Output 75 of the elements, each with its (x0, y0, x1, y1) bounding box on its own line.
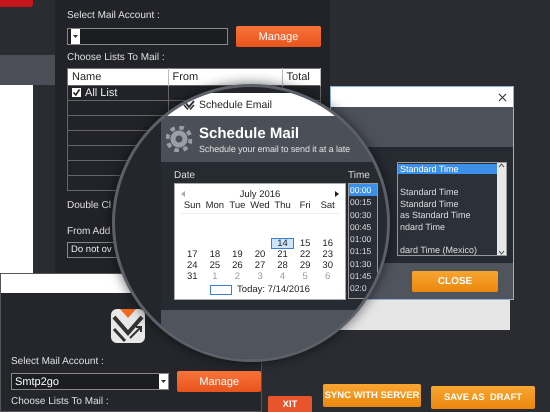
list-name: All List (85, 87, 118, 99)
calendar-day[interactable]: 29 (294, 260, 316, 271)
calendar-day[interactable]: 15 (294, 238, 316, 249)
window-title: Schedule Email (199, 98, 272, 110)
previous-icon (181, 191, 185, 198)
column-header: From (168, 68, 282, 86)
calendar-day[interactable]: 20 (248, 249, 272, 260)
today-link[interactable]: Today: 7/14/2016 (237, 284, 310, 295)
field-label: Select Mail Account : (67, 10, 160, 21)
time-item[interactable]: 00:45 (349, 220, 377, 234)
calendar-day[interactable]: 31 (181, 271, 204, 282)
timezone-item[interactable]: as Standard Time (398, 210, 497, 220)
caret-icon (161, 380, 166, 383)
time-item[interactable]: 02:0 (349, 282, 377, 295)
field-label: Double Cl (67, 200, 111, 211)
calendar-day[interactable]: 23 (316, 249, 339, 260)
column-header: Name (68, 68, 168, 86)
calendar-day[interactable]: 24 (181, 260, 204, 271)
timezone-item[interactable]: dard Time (Mexico) (398, 245, 497, 256)
gear-icon (166, 126, 192, 152)
scroll-down-icon (498, 250, 505, 255)
field-label: Time (348, 170, 371, 181)
field-label: Select Mail Account : (11, 356, 104, 367)
caret-icon (73, 35, 78, 38)
next-icon (334, 191, 339, 198)
field-label: Date (174, 170, 196, 181)
calendar-day[interactable]: 21 (271, 249, 294, 260)
timezone-list[interactable]: Standard Time Standard Time Standard Time as Standard Time ndard Time dard Time (Mexico) (397, 162, 507, 256)
header-bar (0, 0, 33, 7)
time-item[interactable]: 01:00 (349, 233, 377, 246)
time-item[interactable]: 01:30 (349, 258, 377, 270)
weekday-label: Mon (204, 200, 226, 214)
field-label: From Add (67, 226, 110, 237)
checkmark-icon (72, 88, 81, 97)
account-dropdown[interactable] (67, 28, 228, 45)
calendar-day[interactable]: 22 (294, 249, 316, 260)
weekday-label: Sat (316, 200, 339, 214)
weekday-label: Sun (181, 200, 204, 214)
time-item[interactable]: 00:30 (349, 208, 377, 221)
calendar-day[interactable]: 27 (248, 260, 272, 271)
account-dropdown[interactable]: Smtp2go (11, 373, 170, 390)
calendar[interactable]: July 2016 Sun Mon Tue Wed Thu Fri Sat 14 15 16 17 18 19 20 21 22 23 24 25 26 27 28 29 30 31 1 2 3 4 5 6 Today: 7/14/2016 (174, 183, 346, 300)
checkbox[interactable] (72, 88, 81, 97)
calendar-day[interactable]: 14 (271, 238, 294, 249)
logo-icon (183, 99, 195, 110)
time-item[interactable]: 01:15 (349, 245, 377, 258)
exit-button[interactable]: XIT (268, 396, 312, 412)
time-item[interactable]: 01:45 (349, 270, 377, 282)
logo-icon (111, 309, 145, 343)
field-label: Choose Lists To Mail : (67, 52, 165, 63)
dialog-subtitle: Schedule your email to send it at a late (199, 144, 350, 154)
calendar-day[interactable]: 25 (204, 260, 226, 271)
column-header: Total (282, 68, 320, 86)
scroll-up-icon (498, 163, 505, 168)
close-icon (498, 92, 507, 102)
calendar-day[interactable]: 28 (271, 260, 294, 271)
weekday-label: Thu (271, 200, 294, 214)
dialog-heading: Schedule Mail (199, 124, 300, 142)
calendar-day[interactable]: 18 (204, 249, 226, 260)
calendar-day[interactable]: 16 (316, 238, 339, 249)
calendar-day[interactable]: 26 (226, 260, 249, 271)
weekday-label: Fri (294, 200, 316, 214)
field-label: Choose Lists To Mail : (11, 396, 109, 407)
month-title: July 2016 (240, 188, 280, 200)
timezone-item[interactable]: Standard Time (398, 198, 497, 209)
calendar-day[interactable]: 30 (316, 260, 339, 271)
weekday-label: Tue (226, 200, 249, 214)
time-item[interactable]: 00:15 (349, 196, 377, 209)
time-list[interactable]: 00:00 00:15 00:30 00:45 01:00 01:15 01:30 01:45 02:0 (348, 183, 378, 299)
timezone-item[interactable]: Standard Time (398, 187, 497, 198)
today-marker-icon (210, 284, 232, 294)
calendar-day[interactable]: 17 (181, 249, 204, 260)
calendar-day[interactable]: 19 (226, 249, 249, 260)
weekday-label: Wed (248, 200, 272, 214)
timezone-item[interactable]: ndard Time (398, 222, 497, 232)
